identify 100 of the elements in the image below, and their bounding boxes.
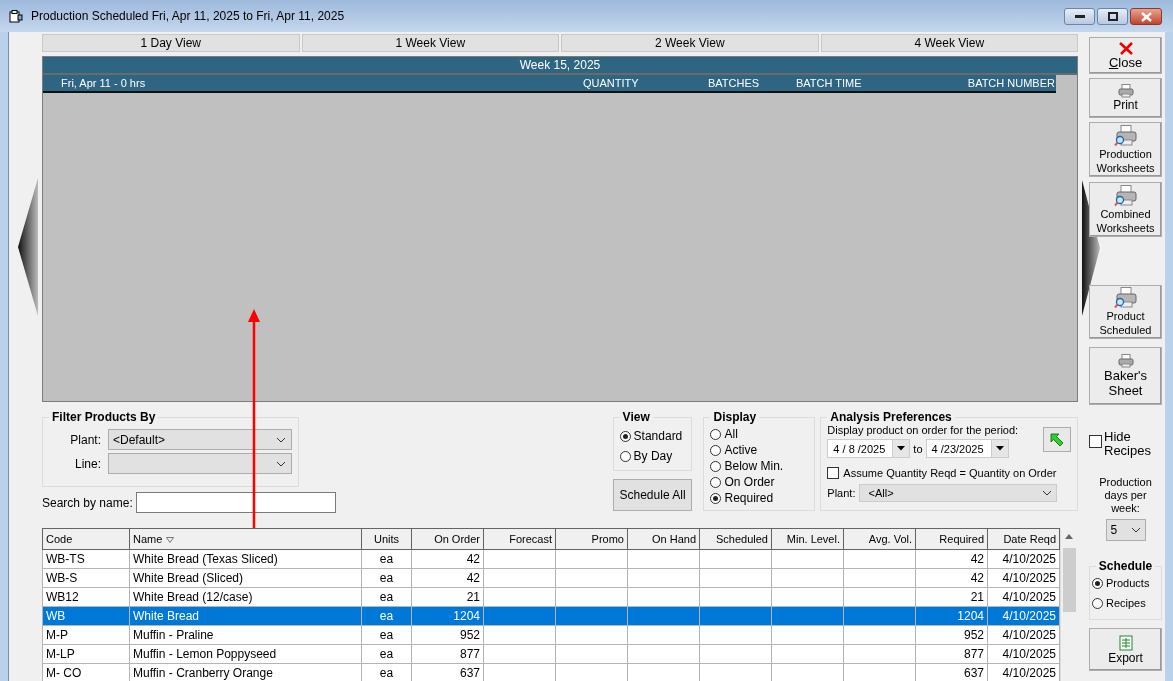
table-row[interactable]: WB White Bread ea 1204 1204 4/10/2025 bbox=[42, 606, 1060, 626]
table-cell: 1204 bbox=[957, 609, 984, 623]
radio-button[interactable] bbox=[710, 476, 722, 488]
day-label: Fri, Apr 11 - 0 hrs bbox=[61, 77, 146, 89]
radio-label: Recipes bbox=[1106, 597, 1146, 609]
previous-arrow[interactable] bbox=[18, 178, 38, 316]
column-header[interactable]: Date Reqd bbox=[987, 528, 1060, 550]
checkbox[interactable] bbox=[1089, 435, 1102, 448]
scroll-up-icon bbox=[1065, 534, 1073, 539]
table-cell: 4/10/2025 bbox=[1002, 647, 1056, 661]
checkbox[interactable] bbox=[827, 467, 840, 479]
column-header[interactable]: Forecast bbox=[483, 528, 556, 550]
table-cell: 877 bbox=[459, 647, 480, 661]
column-header[interactable]: Name bbox=[129, 528, 362, 550]
action-button[interactable]: Close bbox=[1089, 37, 1162, 74]
days-per-week-label: Production days per week: bbox=[1098, 476, 1153, 515]
column-header[interactable]: On Order bbox=[411, 528, 484, 550]
table-cell: 1204 bbox=[453, 609, 480, 623]
checkbox-label: Assume Quantity Reqd = Quantity on Order bbox=[843, 467, 1057, 479]
radio-button[interactable] bbox=[710, 492, 722, 504]
printer-magnifier-icon bbox=[1113, 184, 1138, 207]
field-label: Plant: bbox=[827, 487, 856, 499]
radio-label: On Order bbox=[724, 475, 775, 489]
spreadsheet-icon bbox=[1117, 634, 1134, 651]
column-header[interactable]: Min. Level. bbox=[771, 528, 844, 550]
action-button[interactable]: Production Worksheets bbox=[1089, 122, 1162, 177]
column-header[interactable]: Avg. Vol. bbox=[843, 528, 916, 550]
radio-button[interactable] bbox=[710, 428, 722, 440]
column-header[interactable]: Scheduled bbox=[699, 528, 772, 550]
close-icon bbox=[1140, 11, 1152, 22]
action-button[interactable]: Print bbox=[1089, 78, 1162, 118]
apply-button[interactable] bbox=[1043, 427, 1071, 452]
table-cell: 21 bbox=[970, 590, 984, 604]
table-cell: 637 bbox=[963, 666, 984, 680]
column-heading: BATCH NUMBER bbox=[967, 77, 1055, 89]
start-date-field[interactable]: 4 / 8 /2025 bbox=[827, 439, 911, 458]
table-cell: Muffin - Cranberry Orange bbox=[133, 666, 273, 680]
chevron-down-icon bbox=[1042, 490, 1053, 496]
table-row[interactable]: WB-TS White Bread (Texas Sliced) ea 42 42 4/10/2025 bbox=[42, 549, 1060, 569]
close-window-button[interactable] bbox=[1130, 8, 1162, 25]
printer-magnifier-icon bbox=[1113, 287, 1138, 309]
field-label: Plant: bbox=[69, 432, 101, 447]
schedule-all-button[interactable]: Schedule All bbox=[612, 479, 693, 511]
view-tab[interactable]: 4 Week View bbox=[820, 34, 1078, 52]
dropdown-icon bbox=[995, 446, 1004, 451]
radio-label: Required bbox=[724, 491, 774, 505]
column-header[interactable]: Promo bbox=[555, 528, 628, 550]
table-row[interactable]: M-P Muffin - Praline ea 952 952 4/10/2025 bbox=[42, 625, 1060, 645]
view-tab[interactable]: 1 Day View bbox=[42, 34, 300, 52]
plant-dropdown[interactable]: <All> bbox=[859, 484, 1058, 502]
days-dropdown[interactable]: 5 bbox=[1105, 519, 1146, 541]
printer-icon bbox=[1117, 354, 1134, 368]
radio-button[interactable] bbox=[710, 460, 722, 472]
view-tab[interactable]: 1 Week View bbox=[301, 34, 559, 52]
table-cell: White Bread (Sliced) bbox=[133, 571, 244, 585]
radio-button[interactable] bbox=[619, 450, 631, 462]
app-icon bbox=[9, 9, 23, 23]
table-row[interactable]: WB-S White Bread (Sliced) ea 42 42 4/10/2025 bbox=[42, 568, 1060, 588]
table-cell: ea bbox=[379, 609, 394, 623]
table-cell: 42 bbox=[970, 571, 984, 585]
action-button[interactable]: Baker's Sheet bbox=[1089, 347, 1162, 405]
minimize-button[interactable] bbox=[1064, 8, 1095, 25]
column-header[interactable]: On Hand bbox=[627, 528, 700, 550]
column-header[interactable]: Units bbox=[361, 528, 412, 550]
scroll-thumb[interactable] bbox=[1063, 548, 1076, 612]
table-cell: 4/10/2025 bbox=[1002, 552, 1056, 566]
column-header[interactable]: Code bbox=[42, 528, 130, 550]
maximize-button[interactable] bbox=[1097, 8, 1128, 25]
table-cell: WB-S bbox=[46, 571, 78, 585]
plant-dropdown[interactable]: <Default> bbox=[108, 429, 292, 450]
export-button[interactable]: Export bbox=[1089, 628, 1162, 671]
search-label: Search by name: bbox=[42, 495, 133, 510]
table-cell: 4/10/2025 bbox=[1002, 590, 1056, 604]
table-cell: ea bbox=[379, 647, 394, 661]
radio-button[interactable] bbox=[1092, 597, 1103, 609]
table-cell: 42 bbox=[970, 552, 984, 566]
search-field[interactable] bbox=[135, 492, 336, 513]
table-cell: M-P bbox=[46, 628, 68, 642]
table-cell: ea bbox=[379, 628, 394, 642]
radio-button[interactable] bbox=[710, 444, 722, 456]
radio-label: By Day bbox=[633, 449, 673, 463]
table-row[interactable]: M- CO Muffin - Cranberry Orange ea 637 637 4/10/2025 bbox=[42, 663, 1060, 681]
week-label: Week 15, 2025 bbox=[519, 58, 601, 72]
radio-label: Products bbox=[1106, 577, 1150, 589]
table-cell: Muffin - Lemon Poppyseed bbox=[133, 647, 277, 661]
table-cell: ea bbox=[379, 571, 394, 585]
table-row[interactable]: M-LP Muffin - Lemon Poppyseed ea 877 877 4/10/2025 bbox=[42, 644, 1060, 664]
group-title: View bbox=[621, 410, 651, 424]
action-button[interactable]: Combined Worksheets bbox=[1089, 182, 1162, 237]
radio-button[interactable] bbox=[619, 430, 631, 442]
end-date-field[interactable]: 4 /23/2025 bbox=[925, 439, 1009, 458]
column-header[interactable]: Required bbox=[915, 528, 988, 550]
view-tab[interactable]: 2 Week View bbox=[561, 34, 819, 52]
action-button[interactable]: Product Scheduled bbox=[1089, 285, 1162, 339]
radio-button[interactable] bbox=[1092, 577, 1103, 589]
table-row[interactable]: WB12 White Bread (12/case) ea 21 21 4/10/2025 bbox=[42, 587, 1060, 607]
table-cell: M- CO bbox=[46, 666, 82, 680]
table-cell: WB bbox=[46, 609, 66, 623]
table-cell: WB-TS bbox=[46, 552, 85, 566]
window-title: Production Scheduled Fri, Apr 11, 2025 to Fri, Apr 11, 2025 bbox=[31, 9, 345, 23]
